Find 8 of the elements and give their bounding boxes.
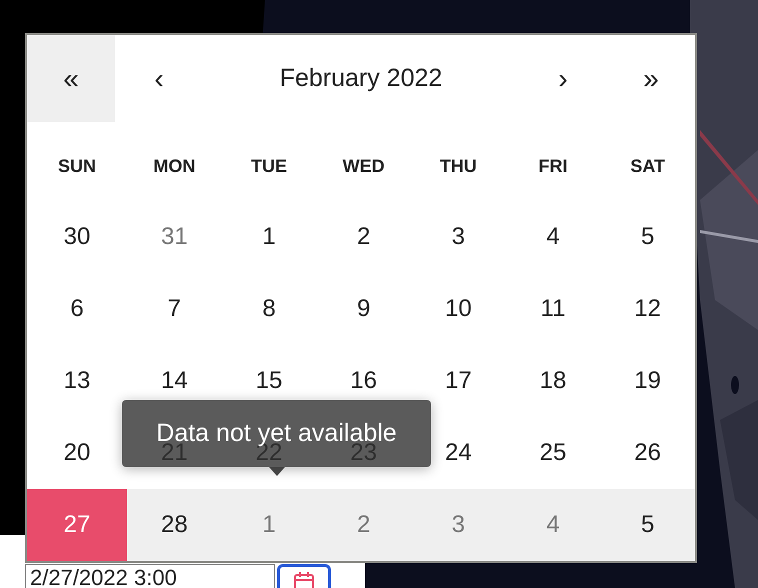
weekday-label: MON xyxy=(152,155,196,178)
weekday-label: FRI xyxy=(537,155,568,178)
weekday-label: TUE xyxy=(250,155,288,178)
weekday-label: SUN xyxy=(56,155,97,178)
weekday-label: WED xyxy=(342,155,386,178)
weekday-label: SAT xyxy=(629,155,666,178)
month-title: February 2022 xyxy=(278,63,444,94)
weekday-label: THU xyxy=(438,155,478,178)
